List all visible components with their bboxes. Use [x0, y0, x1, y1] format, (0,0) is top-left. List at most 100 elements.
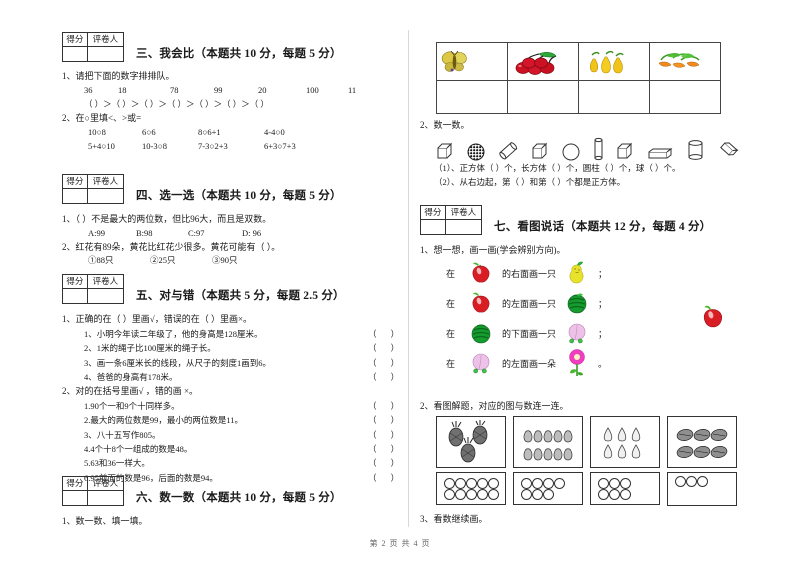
section-six-header: 得分 评卷人 六、数一数（本题共 10 分，每题 5 分） — [62, 476, 402, 506]
pineapple-group-icon — [448, 420, 488, 463]
circle-cell — [674, 476, 686, 487]
circle-cell — [608, 488, 620, 500]
tf-item: 3、画一条6厘米长的线段，从尺子的刻度1画到6。 （ ） — [84, 356, 402, 370]
q-text: （ ）不是最大的两位数，但比96大，而且是双数。 — [75, 214, 272, 224]
grader-input-cell[interactable] — [86, 490, 125, 506]
number-item: 100 — [306, 84, 319, 95]
compare-row-1[interactable]: 10○8 6○6 8○6+1 4-4○0 — [88, 126, 402, 140]
tf-answer[interactable]: （ ） — [368, 399, 402, 413]
score-label: 得分 — [62, 274, 88, 289]
circle-box-6[interactable] — [590, 472, 660, 505]
number-item: 18 — [118, 84, 127, 95]
left-column: 得分 评卷人 三、我会比（本题共 10 分，每题 5 分） 1、请把下面的数字排… — [62, 0, 402, 565]
circle-cell — [487, 477, 499, 489]
grader-input-cell[interactable] — [86, 188, 125, 204]
score-input-cell[interactable] — [62, 288, 88, 304]
section-four-title: 四、选一选（本题共 10 分，每题 5 分） — [136, 190, 342, 202]
score-input-cell[interactable] — [420, 219, 446, 235]
circle-box-3[interactable] — [667, 472, 737, 506]
score-box[interactable]: 得分 评卷人 — [420, 205, 483, 235]
compare-row-2[interactable]: 5+4○10 10-3○8 7-3○2+3 6+3○7+3 — [88, 140, 402, 154]
q-text: 在○里填<、>或= — [75, 113, 142, 124]
circle-cell — [685, 476, 697, 487]
option: A:99 — [88, 227, 105, 238]
middle-text: 的左面画一只 — [502, 298, 557, 309]
cell-butterfly — [436, 42, 508, 81]
cylinder-tall-icon — [591, 137, 605, 161]
onion-box[interactable] — [513, 416, 583, 468]
grader-input-cell[interactable] — [86, 46, 125, 62]
tf-answer[interactable]: （ ） — [368, 341, 402, 355]
tf-answer[interactable]: （ ） — [368, 413, 402, 427]
section-five-title: 五、对与错（本题共 5 分，每题 2.5 分） — [136, 290, 345, 302]
cylinder-tilted-icon — [496, 141, 520, 161]
circle-cell — [608, 477, 620, 489]
options-row-1[interactable]: A:99 B:98 C:97 D: 96 — [88, 227, 402, 241]
circle-cell — [542, 477, 554, 489]
question-5-2: 2、对的在括号里画√ ，错的画 ×。 — [62, 385, 402, 399]
pineapple-box[interactable] — [436, 416, 506, 468]
score-box[interactable]: 得分 评卷人 — [62, 174, 125, 204]
answer-cell[interactable] — [578, 80, 650, 114]
apple-icon — [466, 260, 496, 286]
score-input-cell[interactable] — [62, 46, 88, 62]
circle-cell — [619, 477, 631, 489]
sphere-icon — [562, 143, 580, 161]
answer-cell[interactable] — [649, 80, 721, 114]
score-input-cell[interactable] — [62, 188, 88, 204]
circle-cell — [443, 477, 455, 489]
cube-icon — [616, 141, 636, 161]
garlic-group-icon — [603, 427, 641, 459]
circle-cell — [443, 488, 455, 500]
shape-blank-2[interactable]: （2）、从右边起，第（ ）和第（ ）个都是正方体。 — [434, 176, 750, 190]
question-3-1: 1、请把下面的数字排排队。 — [62, 70, 402, 84]
options-row-2[interactable]: ①88只 ②25只 ③90只 — [88, 254, 402, 268]
score-label: 得分 — [62, 32, 88, 47]
circle-box-7[interactable] — [513, 472, 583, 505]
circle-cell — [597, 488, 609, 500]
picture-boxes-row — [436, 416, 737, 468]
tf-text: 1、小明今年读二年级了，他的身高是128厘米。 — [84, 328, 263, 339]
shape-blank-1[interactable]: （1）、正方体（ ）个，长方体（ ）个，圆柱（ ）个，球（ ）个。 — [434, 162, 750, 176]
tf-text: 3、画一条6厘米长的线段，从尺子的刻度1画到6。 — [84, 357, 272, 368]
answer-cell[interactable] — [507, 80, 579, 114]
compare-item: 7-3○2+3 — [198, 140, 228, 151]
compare-item: 4-4○0 — [264, 127, 285, 138]
cube-icon — [436, 141, 456, 161]
garlic-box[interactable] — [590, 416, 660, 468]
section-seven-header: 得分 评卷人 七、看图说话（本题共 12 分，每题 4 分） — [420, 205, 750, 235]
question-5-1: 1、正确的在（ ）里画√，错误的在（ ）里画×。 — [62, 313, 402, 327]
score-box[interactable]: 得分 评卷人 — [62, 476, 125, 506]
tf-answer[interactable]: （ ） — [368, 370, 402, 384]
pic-table[interactable] — [436, 42, 721, 114]
tf-item: 3、八十五写作805。 （ ） — [84, 428, 402, 442]
option: D: 96 — [242, 227, 262, 238]
compare-item: 10-3○8 — [142, 140, 167, 151]
option: ①88只 — [88, 255, 114, 266]
q-num: 2、 — [420, 120, 434, 130]
grader-input-cell[interactable] — [444, 219, 483, 235]
tf-answer[interactable]: （ ） — [368, 428, 402, 442]
circle-cell — [454, 488, 466, 500]
nut-box[interactable] — [667, 416, 737, 468]
score-box[interactable]: 得分 评卷人 — [62, 274, 125, 304]
blank-chain[interactable]: （ ）＞（ ）＞（ ）＞（ ）＞（ ）＞（ ）＞（ ） — [84, 98, 402, 112]
circle-boxes-row — [436, 472, 737, 506]
q-text: 看图解题，对应的图与数连一连。 — [433, 401, 569, 411]
grader-label: 评卷人 — [444, 205, 483, 220]
tf-answer[interactable]: （ ） — [368, 456, 402, 470]
stray-apple-icon — [699, 303, 727, 331]
tf-answer[interactable]: （ ） — [368, 442, 402, 456]
section-three: 得分 评卷人 三、我会比（本题共 10 分，每题 5 分） 1、请把下面的数字排… — [62, 32, 402, 153]
answer-cell[interactable] — [436, 80, 508, 114]
score-box[interactable]: 得分 评卷人 — [62, 32, 125, 62]
tf-item: 4.4个十8个一组成的数是48。 （ ） — [84, 442, 402, 456]
grader-input-cell[interactable] — [86, 288, 125, 304]
tf-answer[interactable]: （ ） — [368, 356, 402, 370]
circle-box-10[interactable] — [436, 472, 506, 505]
cell-pears — [578, 42, 650, 81]
middle-text: 的下面画一只 — [502, 328, 557, 339]
tf-answer[interactable]: （ ） — [368, 327, 402, 341]
score-input-cell[interactable] — [62, 490, 88, 506]
section-four-header: 得分 评卷人 四、选一选（本题共 10 分，每题 5 分） — [62, 174, 402, 204]
